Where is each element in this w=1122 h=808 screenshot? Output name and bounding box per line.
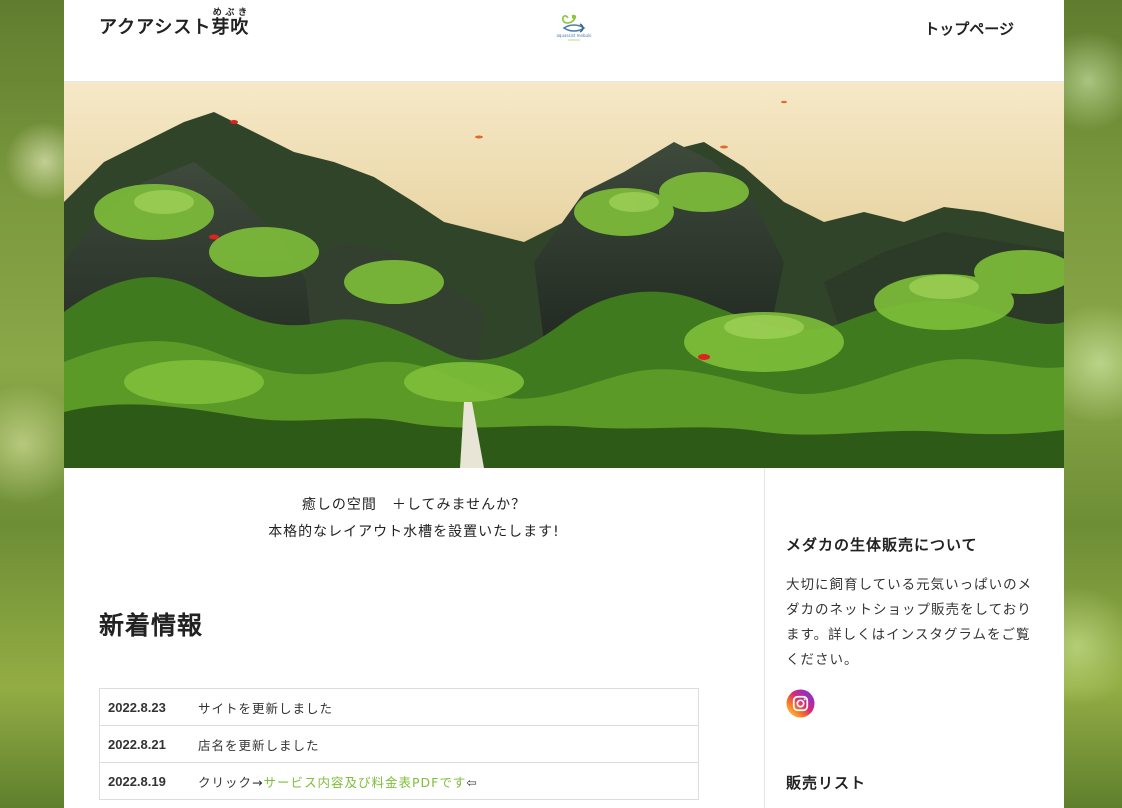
intro-line-1: 癒しの空間 ＋してみませんか？ [301, 497, 527, 513]
news-date: 2022.8.21 [99, 725, 198, 763]
nav-top-page[interactable]: トップページ [924, 18, 1014, 39]
table-row: 2022.8.19 クリック→サービス内容及び料金表PDFです⇦ [99, 762, 699, 800]
news-table: 2022.8.23 サイトを更新しました 2022.8.21 店名を更新しました… [99, 688, 699, 800]
sidebar-title-sales-list: 販売リスト [786, 774, 867, 792]
pdf-link[interactable]: サービス内容及び料金表PDFです [263, 775, 466, 790]
news-prefix: クリック→ [198, 774, 264, 790]
site-header: アクアシスト芽吹めぶき aquassist mebuki トップページ [64, 0, 1064, 82]
sidebar: メダカの生体販売について 大切に飼育している元気いっぱいのメダカのネットショップ… [764, 468, 1065, 808]
page-container: アクアシスト芽吹めぶき aquassist mebuki トップページ 癒しの空… [64, 0, 1064, 808]
news-section-title: 新着情報 [99, 611, 204, 640]
instagram-icon[interactable] [786, 689, 815, 718]
news-suffix: ⇦ [466, 774, 478, 790]
site-title[interactable]: アクアシスト芽吹めぶき [99, 8, 249, 39]
hero-aquarium-image [64, 82, 1064, 468]
intro-line-2: 本格的なレイアウト水槽を設置いたします! [268, 524, 560, 540]
site-logo[interactable]: aquassist mebuki [550, 12, 598, 42]
site-title-ruby: めぶき [211, 8, 250, 18]
sidebar-medaka-text: 大切に飼育している元気いっぱいのメダカのネットショップ販売をしております。詳しく… [786, 577, 1033, 668]
news-text: 店名を更新しました [198, 725, 699, 763]
site-title-kanji-ruby: 芽吹めぶき [211, 8, 250, 38]
table-row: 2022.8.21 店名を更新しました [99, 725, 699, 763]
site-title-base: アクアシスト [99, 17, 212, 38]
news-text: クリック→サービス内容及び料金表PDFです⇦ [198, 762, 699, 800]
news-date: 2022.8.19 [99, 762, 198, 800]
main-content: 癒しの空間 ＋してみませんか？ 本格的なレイアウト水槽を設置いたします! 新着情… [64, 468, 764, 808]
intro-text: 癒しの空間 ＋してみませんか？ 本格的なレイアウト水槽を設置いたします! [64, 492, 764, 546]
sidebar-title-medaka: メダカの生体販売について [786, 536, 978, 554]
news-date: 2022.8.23 [99, 688, 198, 726]
news-text: サイトを更新しました [198, 688, 699, 726]
logo-text: aquassist mebuki [556, 33, 591, 38]
table-row: 2022.8.23 サイトを更新しました [99, 688, 699, 726]
